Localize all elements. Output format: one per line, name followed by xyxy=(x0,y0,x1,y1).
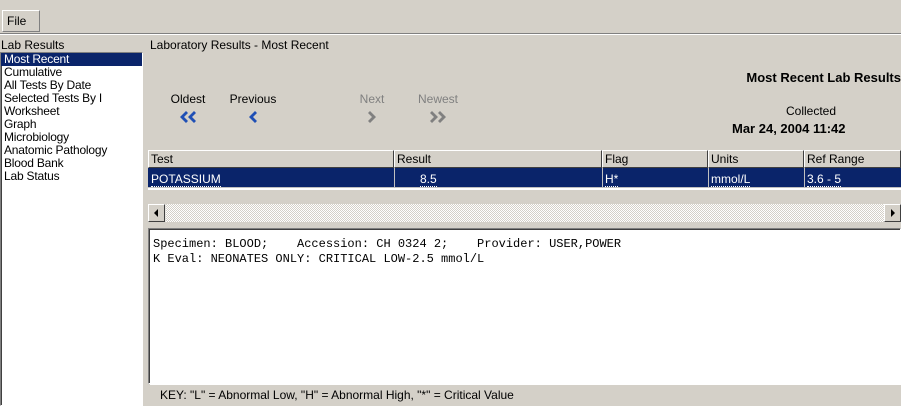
column-divider xyxy=(394,168,395,188)
chevron-left-icon xyxy=(249,111,257,123)
comment-line-2: K Eval: NEONATES ONLY: CRITICAL LOW-2.5 … xyxy=(153,252,485,266)
column-header-flag[interactable]: Flag xyxy=(602,150,708,168)
collected-label: Collected xyxy=(786,104,837,118)
triangle-left-icon xyxy=(154,209,158,217)
list-item-lab-status[interactable]: Lab Status xyxy=(1,170,142,183)
collected-date: Mar 24, 2004 11:42 xyxy=(732,121,846,136)
result-comments[interactable]: Specimen: BLOOD; Accession: CH 0324 2; P… xyxy=(148,228,901,384)
column-header-test[interactable]: Test xyxy=(148,150,394,168)
oldest-button[interactable]: Oldest xyxy=(162,92,214,124)
cell-result: 8.5 xyxy=(420,172,437,187)
lab-results-list[interactable]: Most Recent Cumulative All Tests By Date… xyxy=(0,52,143,406)
chevron-right-icon xyxy=(368,111,376,123)
cell-test: POTASSIUM xyxy=(151,172,221,187)
newest-button[interactable]: Newest xyxy=(410,92,466,124)
triangle-right-icon xyxy=(891,209,895,217)
column-header-ref-range[interactable]: Ref Range xyxy=(804,150,901,168)
cell-ref-range: 3.6 - 5 xyxy=(807,172,842,187)
cell-flag: H* xyxy=(605,172,619,187)
previous-label: Previous xyxy=(229,92,277,106)
previous-button[interactable]: Previous xyxy=(222,92,284,124)
newest-label: Newest xyxy=(417,92,458,106)
scroll-left-button[interactable] xyxy=(148,204,165,222)
menu-divider xyxy=(0,33,901,35)
cell-units: mmol/L xyxy=(711,172,751,187)
comment-line-1: Specimen: BLOOD; Accession: CH 0324 2; P… xyxy=(153,237,622,251)
table-row[interactable] xyxy=(148,168,901,188)
panel-title: Laboratory Results - Most Recent xyxy=(150,38,329,52)
scrollbar-track[interactable] xyxy=(166,204,884,222)
column-divider xyxy=(602,168,603,188)
column-header-units[interactable]: Units xyxy=(708,150,804,168)
lab-results-label: Lab Results xyxy=(1,38,65,52)
column-divider xyxy=(708,168,709,188)
double-chevron-right-icon xyxy=(430,111,446,123)
menu-bar xyxy=(0,0,901,34)
most-recent-title: Most Recent Lab Results xyxy=(746,70,901,85)
next-label: Next xyxy=(359,92,385,106)
column-divider xyxy=(804,168,805,188)
double-chevron-left-icon xyxy=(180,111,196,123)
file-menu[interactable]: File xyxy=(2,10,40,32)
next-button[interactable]: Next xyxy=(350,92,394,124)
oldest-label: Oldest xyxy=(170,92,206,106)
key-legend: KEY: "L" = Abnormal Low, "H" = Abnormal … xyxy=(150,384,901,406)
scroll-right-button[interactable] xyxy=(884,204,901,222)
column-header-result[interactable]: Result xyxy=(394,150,602,168)
